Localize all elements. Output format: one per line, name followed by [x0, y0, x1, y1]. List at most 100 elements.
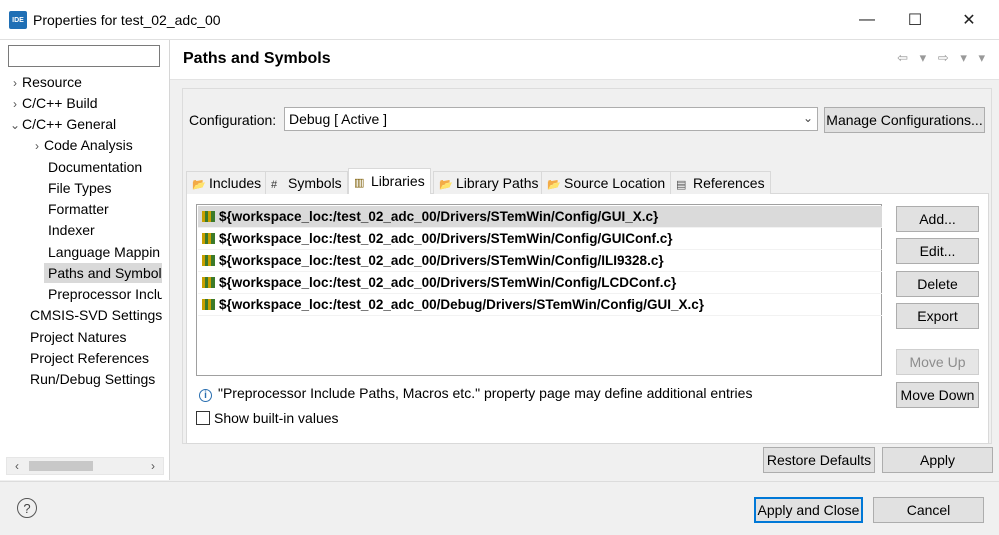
tab-label: Includes: [209, 175, 262, 191]
tree-item-label: Project References: [30, 350, 150, 366]
library-path: ${workspace_loc:/test_02_adc_00/Drivers/…: [219, 253, 664, 268]
tree-item-resource[interactable]: › Resource: [8, 72, 82, 92]
info-message: i "Preprocessor Include Paths, Macros etc…: [199, 385, 752, 402]
delete-button[interactable]: Delete: [896, 271, 979, 297]
close-button[interactable]: ✕: [954, 8, 984, 32]
tree-item-documentation[interactable]: Documentation: [48, 157, 142, 177]
tree-item-label: Project Natures: [30, 329, 127, 345]
folder-icon: 📂: [547, 179, 561, 191]
tree-item-run-debug-settings[interactable]: Run/Debug Settings: [30, 369, 155, 389]
tree-item-label: CMSIS-SVD Settings: [30, 307, 163, 323]
list-item[interactable]: ${workspace_loc:/test_02_adc_00/Drivers/…: [198, 250, 882, 272]
library-file-icon: [202, 277, 215, 288]
tab-symbols[interactable]: # Symbols: [265, 171, 348, 194]
ide-app-icon: IDE: [9, 11, 27, 29]
show-builtin-values[interactable]: Show built-in values: [196, 410, 339, 426]
tree-item-language-mappings[interactable]: Language Mappin: [48, 242, 162, 262]
checkbox-label: Show built-in values: [214, 410, 339, 426]
tab-label: Library Paths: [456, 175, 539, 191]
library-file-icon: [202, 299, 215, 310]
tree-item-label: Documentation: [48, 159, 143, 175]
tree-item-project-natures[interactable]: Project Natures: [30, 327, 126, 347]
libraries-list[interactable]: ${workspace_loc:/test_02_adc_00/Drivers/…: [196, 204, 882, 376]
configuration-label: Configuration:: [189, 112, 277, 128]
chevron-right-icon[interactable]: ›: [30, 136, 44, 155]
tree-item-indexer[interactable]: Indexer: [48, 220, 95, 240]
tab-label: Symbols: [288, 175, 342, 191]
tree-item-label: Paths and Symbols: [48, 265, 162, 281]
help-icon[interactable]: ?: [17, 498, 37, 518]
list-item[interactable]: ${workspace_loc:/test_02_adc_00/Drivers/…: [198, 228, 882, 250]
info-icon: i: [199, 389, 212, 402]
manage-configurations-button[interactable]: Manage Configurations...: [824, 107, 985, 133]
references-icon: ▤: [676, 179, 687, 191]
tree-item-label: Preprocessor Inclu: [48, 286, 162, 302]
scroll-right-icon[interactable]: ›: [145, 458, 161, 474]
library-path: ${workspace_loc:/test_02_adc_00/Drivers/…: [219, 209, 659, 224]
tab-label: Source Location: [564, 175, 666, 191]
library-path: ${workspace_loc:/test_02_adc_00/Debug/Dr…: [219, 297, 705, 312]
library-file-icon: [202, 233, 215, 244]
view-menu-icon[interactable]: ▾: [978, 50, 989, 65]
restore-defaults-button[interactable]: Restore Defaults: [763, 447, 875, 473]
tree-item-label: C/C++ Build: [22, 95, 98, 111]
library-file-icon: [202, 255, 215, 266]
tab-libraries[interactable]: ▥ Libraries: [348, 168, 431, 195]
page-title: Paths and Symbols: [183, 50, 331, 67]
export-button[interactable]: Export: [896, 303, 979, 329]
cancel-button[interactable]: Cancel: [873, 497, 984, 523]
library-path: ${workspace_loc:/test_02_adc_00/Drivers/…: [219, 231, 673, 246]
info-text: "Preprocessor Include Paths, Macros etc.…: [218, 385, 753, 401]
tab-library-paths[interactable]: 📂 Library Paths: [433, 171, 545, 194]
tree-item-formatter[interactable]: Formatter: [48, 199, 109, 219]
tree-item-project-references[interactable]: Project References: [30, 348, 149, 368]
chevron-right-icon[interactable]: ›: [8, 73, 22, 92]
tree-item-label: Formatter: [48, 201, 109, 217]
folder-icon: 📂: [192, 179, 206, 191]
tree-item-label: Resource: [22, 74, 82, 90]
edit-button[interactable]: Edit...: [896, 238, 979, 264]
tree-item-label: Language Mappin: [48, 244, 161, 260]
chevron-down-icon[interactable]: ⌄: [8, 115, 22, 134]
tree-item-cpp-general[interactable]: ⌄ C/C++ General: [8, 114, 116, 134]
configuration-select[interactable]: Debug [ Active ] ⌄: [284, 107, 818, 131]
tree-item-paths-and-symbols[interactable]: Paths and Symbols: [44, 263, 162, 283]
configuration-value: Debug [ Active ]: [289, 111, 388, 127]
title-bar: IDE Properties for test_02_adc_00 — ☐ ✕: [0, 0, 999, 40]
chevron-down-icon[interactable]: ⌄: [803, 110, 813, 126]
library-path: ${workspace_loc:/test_02_adc_00/Drivers/…: [219, 275, 677, 290]
property-tree-panel: › Resource › C/C++ Build ⌄ C/C++ General › C…: [0, 40, 170, 480]
back-arrow-icon[interactable]: ⇦ ▾: [897, 50, 930, 65]
tree-item-cmsis-svd-settings[interactable]: CMSIS-SVD Settings: [30, 305, 162, 325]
move-down-button[interactable]: Move Down: [896, 382, 979, 408]
move-up-button[interactable]: Move Up: [896, 349, 979, 375]
tab-references[interactable]: ▤ References: [670, 171, 771, 194]
tree-item-label: Code Analysis: [44, 137, 133, 153]
tab-includes[interactable]: 📂 Includes: [186, 171, 268, 194]
list-item[interactable]: ${workspace_loc:/test_02_adc_00/Debug/Dr…: [198, 294, 882, 316]
library-file-icon: [202, 211, 215, 222]
hash-icon: #: [271, 179, 278, 191]
tree-horizontal-scrollbar[interactable]: ‹ ›: [6, 457, 164, 475]
add-button[interactable]: Add...: [896, 206, 979, 232]
tree-item-preprocessor-include[interactable]: Preprocessor Inclu: [48, 284, 162, 304]
tree-item-cpp-build[interactable]: › C/C++ Build: [8, 93, 97, 113]
scroll-left-icon[interactable]: ‹: [9, 458, 25, 474]
tree-item-file-types[interactable]: File Types: [48, 178, 112, 198]
tree-item-label: Run/Debug Settings: [30, 371, 156, 387]
filter-input[interactable]: [8, 45, 160, 67]
minimize-button[interactable]: —: [852, 8, 882, 32]
list-item[interactable]: ${workspace_loc:/test_02_adc_00/Drivers/…: [198, 206, 882, 228]
scrollbar-thumb[interactable]: [29, 461, 93, 471]
library-icon: ▥: [354, 177, 365, 189]
tab-source-location[interactable]: 📂 Source Location: [541, 171, 672, 194]
tree-item-code-analysis[interactable]: › Code Analysis: [30, 135, 133, 155]
tab-label: Libraries: [371, 173, 425, 189]
show-builtin-checkbox[interactable]: [196, 411, 210, 425]
apply-and-close-button[interactable]: Apply and Close: [754, 497, 863, 523]
list-item[interactable]: ${workspace_loc:/test_02_adc_00/Drivers/…: [198, 272, 882, 294]
forward-arrow-icon[interactable]: ⇨ ▾: [938, 50, 971, 65]
chevron-right-icon[interactable]: ›: [8, 94, 22, 113]
apply-button[interactable]: Apply: [882, 447, 993, 473]
maximize-button[interactable]: ☐: [900, 8, 930, 32]
